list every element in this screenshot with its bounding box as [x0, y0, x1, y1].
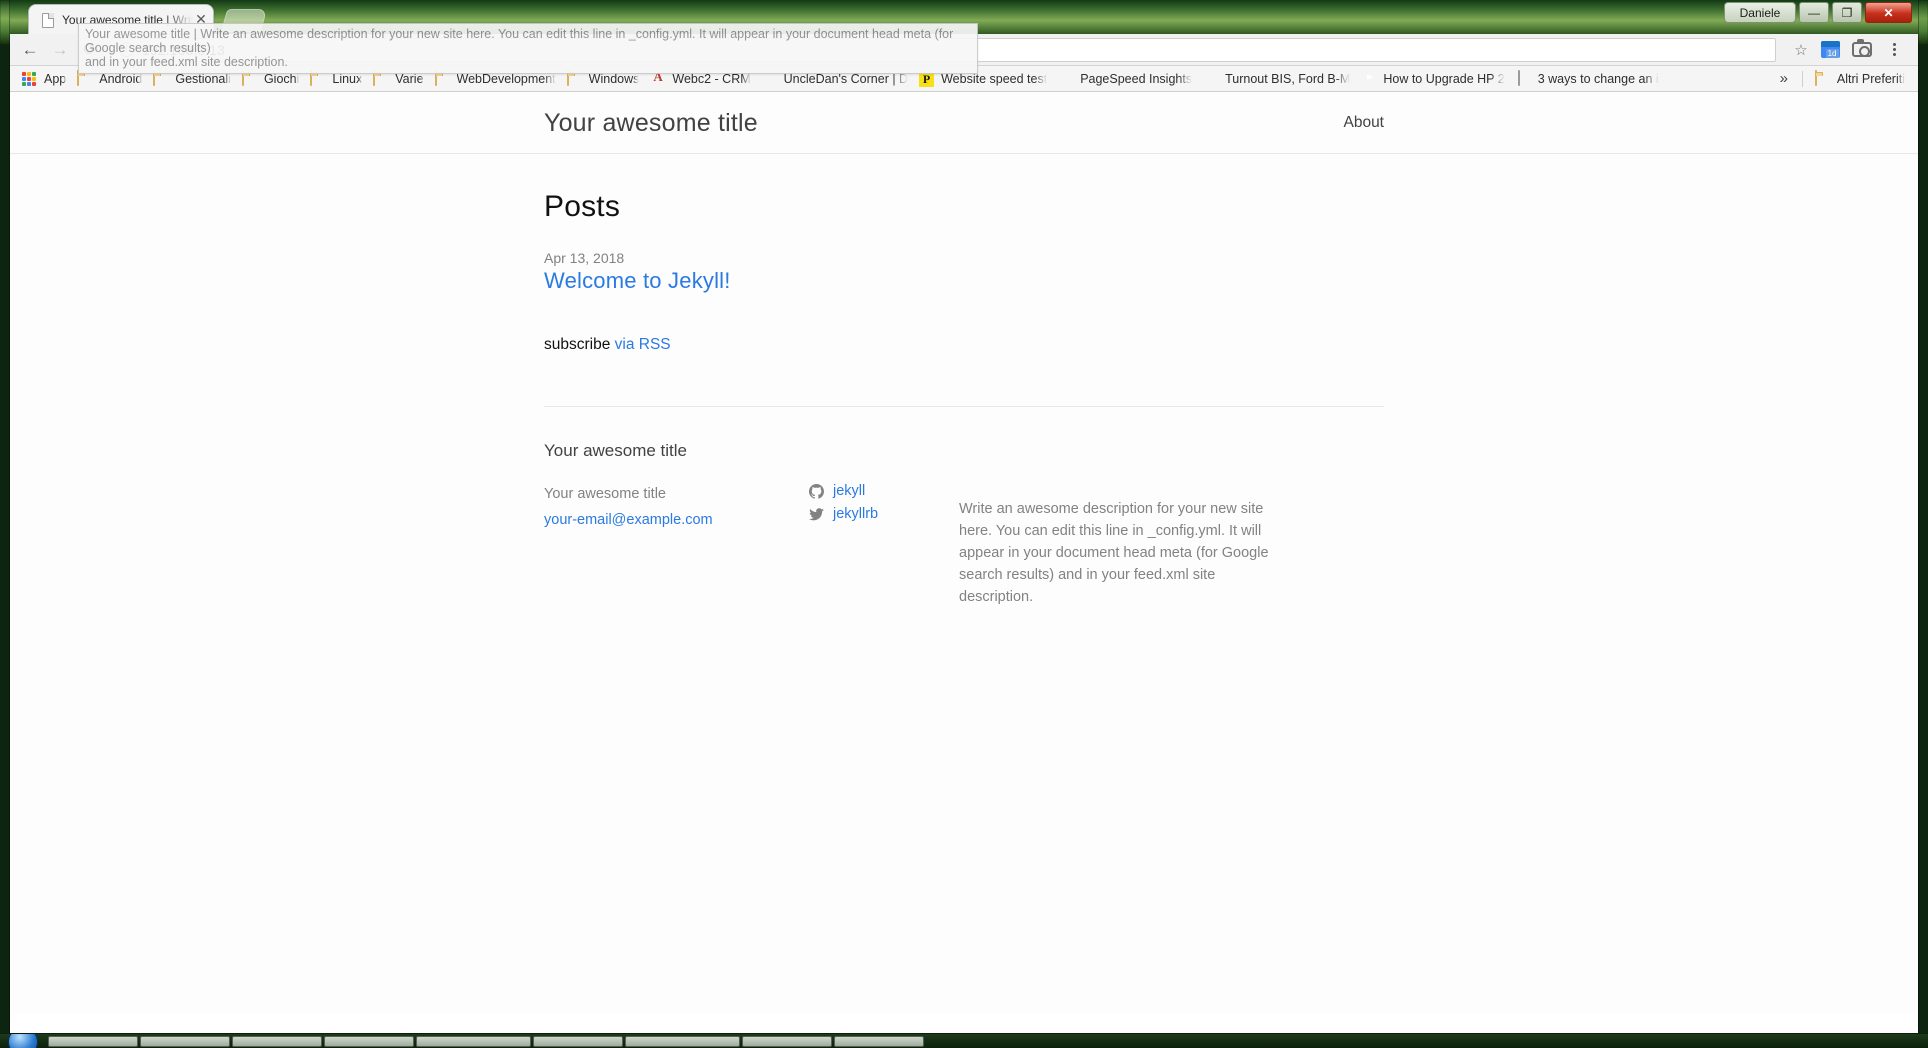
footer-contact-name: Your awesome title	[544, 486, 666, 502]
page-icon	[1516, 69, 1532, 87]
close-window-button[interactable]: ✕	[1865, 2, 1912, 23]
taskbar-item[interactable]	[140, 1035, 230, 1047]
site-header: Your awesome title About	[10, 92, 1918, 154]
github-icon	[809, 483, 824, 499]
site-nav: About	[1343, 114, 1384, 132]
bookmark-star-icon[interactable]: ☆	[1790, 39, 1812, 61]
tooltip-line-2: and in your feed.xml site description.	[85, 55, 288, 69]
post-title-link[interactable]: Welcome to Jekyll!	[544, 268, 1384, 294]
chrome-browser-window: Your awesome title | Writ ✕ Daniele — ❐ …	[10, 0, 1918, 1035]
social-item-twitter: jekyllrb	[809, 506, 959, 522]
minimize-window-button[interactable]: —	[1799, 2, 1829, 23]
windows-taskbar	[0, 1034, 1928, 1048]
site-title-link[interactable]: Your awesome title	[544, 109, 758, 138]
turnout-icon	[1203, 71, 1219, 87]
taskbar-item[interactable]	[48, 1035, 138, 1047]
chrome-profile-button[interactable]: Daniele	[1724, 2, 1796, 23]
footer-contact-list: Your awesome title your-email@example.co…	[544, 483, 809, 531]
subscribe-label: subscribe	[544, 336, 611, 353]
taskbar-item[interactable]	[324, 1035, 414, 1047]
bookmark-label: App	[44, 71, 67, 86]
footer-columns: Your awesome title your-email@example.co…	[544, 483, 1384, 622]
taskbar-item[interactable]	[834, 1035, 924, 1047]
tooltip-line-1: Your awesome title | Write an awesome de…	[85, 27, 954, 55]
youtube-icon	[1361, 71, 1377, 87]
jekyll-site: Your awesome title About Posts Apr 13, 2…	[10, 92, 1918, 1013]
restore-window-button[interactable]: ❐	[1832, 2, 1862, 23]
post-list-item: Apr 13, 2018 Welcome to Jekyll!	[544, 250, 1384, 294]
desktop: Your awesome title | Writ ✕ Daniele — ❐ …	[0, 0, 1928, 1048]
bookmark-label: 3 ways to change an i	[1537, 71, 1659, 86]
folder-icon	[1814, 69, 1831, 87]
bookmark-label: How to Upgrade HP 2	[1383, 71, 1505, 86]
twitter-icon	[809, 507, 824, 522]
kebab-menu-icon	[1892, 43, 1896, 56]
page-favicon-icon	[39, 12, 55, 28]
start-button[interactable]	[8, 1034, 38, 1048]
bookmark-item-app[interactable]: App	[18, 69, 73, 89]
bookmark-label: Altri Preferiti	[1836, 71, 1905, 86]
taskbar-item[interactable]	[232, 1035, 322, 1047]
taskbar-item[interactable]	[416, 1035, 531, 1047]
page-title-tooltip: Your awesome title | Write an awesome de…	[78, 23, 978, 74]
footer-heading: Your awesome title	[544, 441, 688, 460]
post-date: Apr 13, 2018	[544, 250, 625, 266]
page-content: Posts Apr 13, 2018 Welcome to Jekyll! su…	[10, 154, 1918, 622]
bookmark-label: PageSpeed Insights	[1080, 71, 1193, 86]
github-username-link[interactable]: jekyll	[833, 483, 865, 499]
apps-grid-icon	[22, 71, 38, 87]
bookmarks-overflow-area: » Altri Preferiti	[1774, 69, 1912, 89]
pagespeed-icon	[1058, 71, 1074, 87]
bookmark-item-turnout-bis[interactable]: Turnout BIS, Ford B-M	[1199, 69, 1357, 89]
footer-social-column: jekyll jekyllrb	[809, 483, 959, 622]
rss-feed-link[interactable]: via RSS	[615, 336, 671, 353]
footer-social-list: jekyll jekyllrb	[809, 483, 959, 522]
footer-email-link[interactable]: your-email@example.com	[544, 512, 713, 528]
rss-subscribe: subscribe via RSS	[544, 336, 1384, 354]
screenshot-extension-button[interactable]	[1848, 37, 1876, 63]
nav-link-about[interactable]: About	[1343, 114, 1384, 131]
extension-badge: 1d	[1825, 49, 1839, 58]
taskbar-item[interactable]	[742, 1035, 832, 1047]
taskbar-item[interactable]	[625, 1035, 740, 1047]
bookmarks-overflow-chevron-icon[interactable]: »	[1774, 70, 1794, 87]
footer-description-column: Write an awesome description for your ne…	[959, 483, 1289, 622]
twitter-username-link[interactable]: jekyllrb	[833, 506, 878, 522]
bookmark-item-3-ways-to-change[interactable]: 3 ways to change an i	[1512, 69, 1666, 89]
back-button[interactable]: ←	[16, 36, 44, 64]
footer-contact-column: Your awesome title your-email@example.co…	[544, 483, 809, 622]
bookmark-item-how-to-upgrade-hp[interactable]: How to Upgrade HP 2	[1357, 69, 1511, 89]
chrome-menu-button[interactable]	[1880, 37, 1908, 63]
bookmarks-separator	[1801, 70, 1803, 87]
site-footer: Your awesome title Your awesome title yo…	[544, 406, 1384, 622]
post-list: Apr 13, 2018 Welcome to Jekyll!	[544, 250, 1384, 294]
bookmark-label: Turnout BIS, Ford B-M	[1225, 71, 1351, 86]
footer-description: Write an awesome description for your ne…	[959, 500, 1269, 605]
page-viewport: Your awesome title About Posts Apr 13, 2…	[10, 92, 1918, 1013]
forward-button[interactable]: →	[46, 36, 74, 64]
footer-contact-email-item: your-email@example.com	[544, 509, 809, 531]
extension-button[interactable]: 1d	[1816, 37, 1844, 63]
camera-icon	[1852, 39, 1872, 57]
bookmark-item-pagespeed-insights[interactable]: PageSpeed Insights	[1054, 69, 1199, 89]
extension-icon: 1d	[1820, 41, 1840, 58]
taskbar-item[interactable]	[533, 1035, 623, 1047]
window-caption-buttons: Daniele — ❐ ✕	[1724, 2, 1912, 23]
page-title: Posts	[544, 190, 621, 223]
bookmark-folder-other[interactable]: Altri Preferiti	[1811, 69, 1912, 89]
social-item-github: jekyll	[809, 483, 959, 499]
